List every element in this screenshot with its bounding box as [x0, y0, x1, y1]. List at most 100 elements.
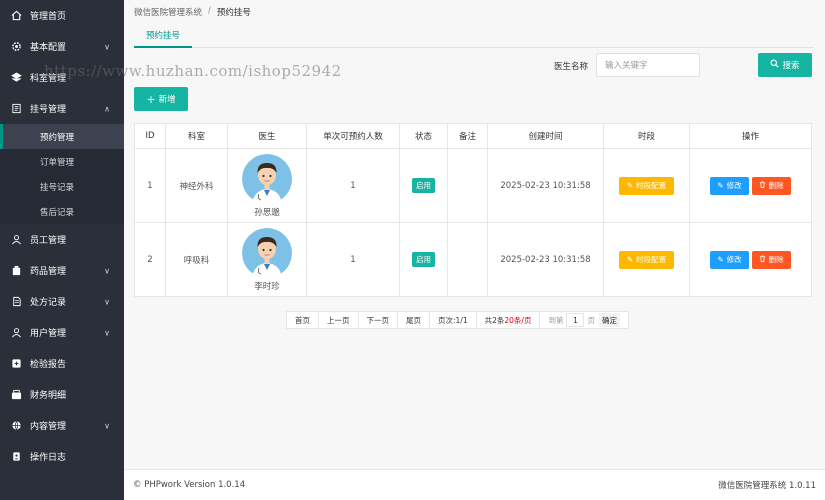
- sidebar-item-label: 财务明细: [30, 391, 67, 401]
- col-dept: 科室: [165, 123, 228, 149]
- col-quota: 单次可预约人数: [306, 123, 400, 149]
- pager-last[interactable]: 尾页: [398, 312, 430, 328]
- sidebar-item-finance[interactable]: 财务明细: [0, 379, 124, 410]
- col-slot: 时段: [603, 123, 690, 149]
- sidebar-item-department[interactable]: 科室管理: [0, 62, 124, 93]
- sidebar-item-registration[interactable]: 挂号管理 ∧: [0, 93, 124, 124]
- slot-config-button[interactable]: ✎ 时段配置: [618, 176, 675, 195]
- col-id: ID: [134, 123, 166, 149]
- sidebar-item-operation-log[interactable]: 操作日志: [0, 441, 124, 472]
- pager-confirm-button[interactable]: 确定: [598, 313, 620, 327]
- trash-icon: [759, 181, 766, 190]
- cell-quota: 1: [306, 148, 400, 223]
- edit-button[interactable]: ✎ 修改: [710, 250, 749, 269]
- pager-first[interactable]: 首页: [287, 312, 319, 328]
- delete-label: 删除: [768, 255, 784, 264]
- col-status: 状态: [399, 123, 448, 149]
- col-created: 创建时间: [487, 123, 604, 149]
- sidebar-subitem-aftersale[interactable]: 售后记录: [0, 199, 124, 224]
- main-content: 微信医院管理系统 / 预约挂号 预约挂号 医生名称 输入关键字 搜索 + 新增 …: [124, 0, 825, 500]
- trash-icon: [759, 255, 766, 264]
- table-row: 1 神经外科 孙思邈 1 启用 2025-02-23 10:31:58 ✎ 时段…: [134, 148, 812, 223]
- sidebar-item-lab-report[interactable]: 检验报告: [0, 348, 124, 379]
- cell-slot: ✎ 时段配置: [603, 148, 690, 223]
- status-badge: 启用: [412, 178, 435, 193]
- sidebar-item-medicine[interactable]: 药品管理 ∨: [0, 255, 124, 286]
- sidebar-item-home[interactable]: 管理首页: [0, 0, 124, 31]
- slot-config-button[interactable]: ✎ 时段配置: [618, 250, 675, 269]
- pager-next[interactable]: 下一页: [359, 312, 398, 328]
- chevron-down-icon: ∨: [104, 297, 110, 306]
- pager-total: 共2条 20条/页: [477, 312, 541, 328]
- delete-label: 删除: [768, 181, 784, 190]
- sidebar-item-staff[interactable]: 员工管理: [0, 224, 124, 255]
- delete-button[interactable]: 删除: [751, 176, 791, 195]
- report-icon: [10, 358, 22, 370]
- cell-id: 2: [134, 222, 166, 297]
- col-actions: 操作: [689, 123, 812, 149]
- sidebar-subitem-records[interactable]: 挂号记录: [0, 174, 124, 199]
- table-row: 2 呼吸科 李时珍 1 启用 2025-02-23 10:31:58 ✎ 时段配…: [134, 222, 812, 297]
- doctor-avatar: [242, 153, 292, 204]
- col-note: 备注: [447, 123, 488, 149]
- edit-label: 修改: [726, 181, 742, 190]
- sidebar-item-label: 检验报告: [30, 360, 67, 370]
- sidebar-item-label: 操作日志: [30, 453, 67, 463]
- pager-total-count: 共2条: [484, 315, 505, 325]
- edit-button[interactable]: ✎ 修改: [710, 176, 749, 195]
- delete-button[interactable]: 删除: [751, 250, 791, 269]
- user-icon: [10, 327, 22, 339]
- footer: © PHPwork Version 1.0.14 微信医院管理系统 1.0.11: [124, 469, 825, 500]
- cell-actions: ✎ 修改 删除: [689, 222, 812, 297]
- sidebar-item-users[interactable]: 用户管理 ∨: [0, 317, 124, 348]
- sidebar-item-label: 挂号管理: [30, 105, 67, 115]
- chevron-down-icon: ∨: [104, 421, 110, 430]
- cell-quota: 1: [306, 222, 400, 297]
- breadcrumb-root[interactable]: 微信医院管理系统: [134, 6, 202, 18]
- doctor-avatar: [242, 227, 292, 278]
- sidebar-item-label: 科室管理: [30, 74, 67, 84]
- status-badge: 启用: [412, 252, 435, 267]
- pager-page-info: 页次:1/1: [430, 312, 477, 328]
- sidebar-item-label: 管理首页: [30, 12, 67, 22]
- registration-submenu: 预约管理 订单管理 挂号记录 售后记录: [0, 124, 124, 224]
- chevron-down-icon: ∨: [104, 266, 110, 275]
- plus-icon: +: [146, 92, 156, 106]
- sidebar-item-label: 基本配置: [30, 43, 67, 53]
- cell-created: 2025-02-23 10:31:58: [487, 148, 604, 223]
- sidebar-item-basic-config[interactable]: 基本配置 ∨: [0, 31, 124, 62]
- pencil-icon: ✎: [717, 255, 724, 264]
- search-icon: [770, 59, 780, 71]
- search-button-label: 搜索: [782, 61, 800, 71]
- sidebar-item-prescription[interactable]: 处方记录 ∨: [0, 286, 124, 317]
- pager-page-input[interactable]: 1: [566, 313, 585, 327]
- cell-id: 1: [134, 148, 166, 223]
- tab-appointment[interactable]: 预约挂号: [134, 24, 193, 48]
- cell-created: 2025-02-23 10:31:58: [487, 222, 604, 297]
- chevron-down-icon: ∨: [104, 328, 110, 337]
- log-icon: [10, 451, 22, 463]
- pager-per-page: 20条/页: [504, 315, 532, 325]
- search-label: 医生名称: [554, 62, 589, 72]
- globe-icon: [10, 420, 22, 432]
- sidebar-item-label: 处方记录: [30, 298, 67, 308]
- sidebar-subitem-orders[interactable]: 订单管理: [0, 149, 124, 174]
- cell-note: [447, 148, 488, 223]
- sidebar-item-content[interactable]: 内容管理 ∨: [0, 410, 124, 441]
- search-input[interactable]: 输入关键字: [596, 53, 700, 77]
- sidebar-subitem-appointment[interactable]: 预约管理: [0, 124, 124, 149]
- appointment-table: ID 科室 医生 单次可预约人数 状态 备注 创建时间 时段 操作 1 神经外科: [134, 123, 812, 297]
- pager-prev[interactable]: 上一页: [319, 312, 359, 328]
- sidebar-item-label: 内容管理: [30, 422, 67, 432]
- sidebar-item-label: 药品管理: [30, 267, 67, 277]
- document-icon: [10, 296, 22, 308]
- doctor-name: 李时珍: [254, 281, 280, 292]
- tab-bar: 预约挂号: [134, 24, 814, 48]
- search-button[interactable]: 搜索: [758, 53, 812, 77]
- add-button[interactable]: + 新增: [134, 87, 188, 111]
- edit-label: 修改: [726, 255, 742, 264]
- cell-actions: ✎ 修改 删除: [689, 148, 812, 223]
- home-icon: [10, 10, 22, 22]
- cell-status: 启用: [399, 222, 448, 297]
- list-icon: [10, 103, 22, 115]
